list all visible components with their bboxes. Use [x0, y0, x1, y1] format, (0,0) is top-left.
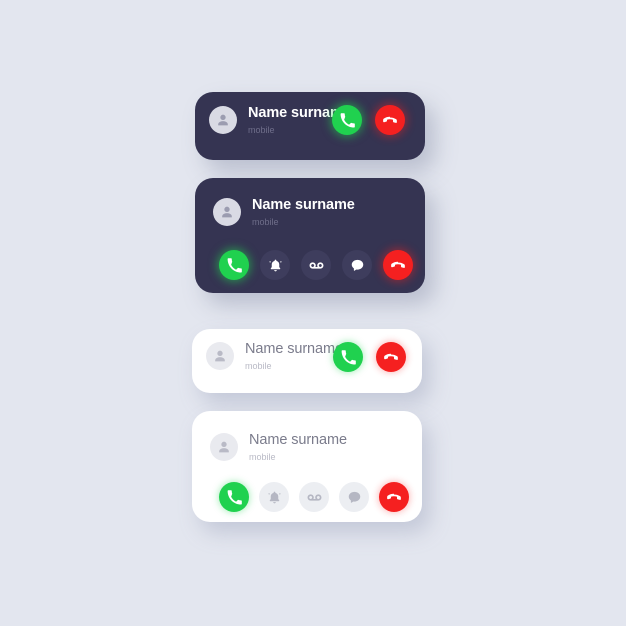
- contact-line-type: mobile: [252, 216, 279, 227]
- message-bubble-icon: [351, 259, 363, 271]
- bell-icon: [268, 259, 282, 271]
- phone-hangup-icon: [383, 116, 397, 123]
- avatar: [206, 342, 234, 371]
- incoming-call-card-dark-compact: Name surname mobile: [195, 92, 425, 160]
- contact-names: Name surname mobile: [245, 342, 343, 371]
- phone-hangup-icon: [391, 261, 405, 268]
- contact-line-type: mobile: [249, 451, 276, 462]
- avatar: [213, 198, 241, 227]
- answer-call-button[interactable]: [219, 250, 249, 280]
- user-avatar-icon: [222, 206, 232, 218]
- phone-icon: [340, 112, 355, 127]
- decline-call-button[interactable]: [376, 342, 406, 372]
- contact-name: Name surname: [245, 341, 343, 357]
- voicemail-button[interactable]: [301, 250, 331, 280]
- send-message-button[interactable]: [339, 482, 369, 512]
- contact-name: Name surname: [252, 197, 355, 213]
- remind-me-button[interactable]: [259, 482, 289, 512]
- decline-call-button[interactable]: [383, 250, 413, 280]
- send-message-button[interactable]: [342, 250, 372, 280]
- contact-identity: Name surname mobile: [210, 433, 347, 462]
- answer-call-button[interactable]: [333, 342, 363, 372]
- user-avatar-icon: [215, 350, 225, 362]
- phone-hangup-icon: [384, 353, 398, 360]
- phone-icon: [227, 257, 242, 272]
- phone-icon: [227, 489, 242, 504]
- contact-names: Name surname mobile: [249, 433, 347, 462]
- voicemail-button[interactable]: [299, 482, 329, 512]
- remind-me-button[interactable]: [260, 250, 290, 280]
- avatar: [210, 433, 238, 462]
- decline-call-button[interactable]: [379, 482, 409, 512]
- incoming-call-card-dark-expanded: Name surname mobile: [195, 178, 425, 293]
- contact-identity: Name surname mobile: [209, 106, 351, 135]
- incoming-call-card-light-compact: Name surname mobile: [192, 329, 422, 393]
- avatar: [209, 106, 237, 135]
- contact-identity: Name surname mobile: [213, 198, 355, 227]
- contact-name: Name surname: [249, 432, 347, 448]
- phone-hangup-icon: [387, 493, 401, 500]
- message-bubble-icon: [348, 491, 360, 503]
- user-avatar-icon: [219, 441, 229, 453]
- call-ui-mockup-canvas: Name surname mobile Name surname mobile …: [0, 0, 626, 626]
- answer-call-button[interactable]: [219, 482, 249, 512]
- voicemail-icon: [307, 493, 321, 501]
- contact-identity: Name surname mobile: [206, 342, 343, 371]
- phone-icon: [341, 349, 356, 364]
- contact-line-type: mobile: [245, 360, 272, 371]
- answer-call-button[interactable]: [332, 105, 362, 135]
- bell-icon: [267, 491, 281, 503]
- contact-names: Name surname mobile: [252, 198, 355, 227]
- decline-call-button[interactable]: [375, 105, 405, 135]
- incoming-call-card-light-expanded: Name surname mobile: [192, 411, 422, 522]
- user-avatar-icon: [218, 114, 228, 126]
- voicemail-icon: [309, 261, 323, 269]
